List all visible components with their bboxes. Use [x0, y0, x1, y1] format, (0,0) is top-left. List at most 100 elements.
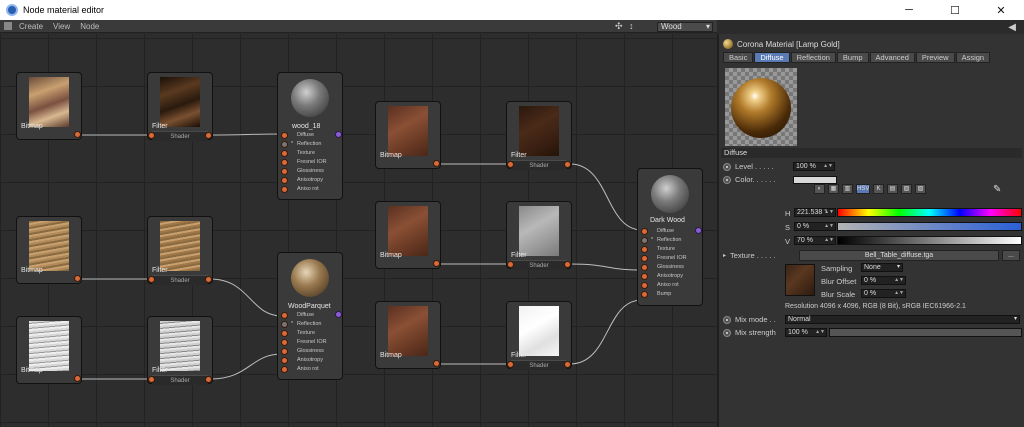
- node-canvas[interactable]: Bitmap Filter Shader wood_18 Diffuse * Re…: [0, 34, 717, 427]
- bitmap-node[interactable]: Bitmap: [16, 72, 82, 140]
- mix-strength-slider[interactable]: [829, 328, 1022, 337]
- port-texture[interactable]: Texture: [641, 245, 699, 254]
- output-port[interactable]: [205, 376, 212, 383]
- port-diffuse[interactable]: Diffuse: [281, 311, 339, 320]
- tab-advanced[interactable]: Advanced: [869, 52, 915, 63]
- blur-scale-field[interactable]: 0 % ▲▼: [861, 289, 906, 298]
- input-port[interactable]: [507, 161, 514, 168]
- mix-strength-animate-radio[interactable]: [723, 328, 731, 337]
- menu-create[interactable]: Create: [19, 22, 43, 31]
- bitmap-node[interactable]: Bitmap: [16, 316, 82, 384]
- output-port[interactable]: [205, 132, 212, 139]
- v-field[interactable]: 70 % ▲▼: [794, 236, 836, 245]
- bitmap-node[interactable]: Bitmap: [375, 201, 441, 269]
- tab-reflection[interactable]: Reflection: [790, 52, 836, 63]
- s-field[interactable]: 0 % ▲▼: [794, 222, 836, 231]
- tab-preview[interactable]: Preview: [915, 52, 955, 63]
- output-port[interactable]: [564, 361, 571, 368]
- filter-node[interactable]: Filter Shader: [147, 316, 213, 385]
- port-anisotropy[interactable]: Anisotropy: [641, 272, 699, 281]
- output-port[interactable]: [74, 131, 81, 138]
- tab-bump[interactable]: Bump: [836, 52, 869, 63]
- port-bump[interactable]: Bump: [641, 290, 699, 299]
- color-animate-radio[interactable]: [723, 175, 731, 184]
- bitmap-node[interactable]: Bitmap: [375, 301, 441, 369]
- filter-node[interactable]: Filter Shader: [147, 216, 213, 285]
- port-reflection[interactable]: * Reflection: [281, 140, 339, 149]
- output-port[interactable]: [205, 276, 212, 283]
- menu-node[interactable]: Node: [80, 22, 99, 31]
- input-port[interactable]: [148, 376, 155, 383]
- input-port[interactable]: [148, 132, 155, 139]
- mix-mode-animate-radio[interactable]: [723, 315, 731, 324]
- value-slider[interactable]: [837, 236, 1022, 245]
- hsv-mode-button[interactable]: HSV: [856, 184, 870, 194]
- tab-assign[interactable]: Assign: [955, 52, 991, 63]
- texture-browse-button[interactable]: ...: [1002, 250, 1020, 261]
- port-diffuse[interactable]: Diffuse: [641, 227, 699, 236]
- kelvin-icon[interactable]: K: [873, 184, 884, 194]
- level-animate-radio[interactable]: [723, 162, 731, 171]
- output-port[interactable]: [74, 375, 81, 382]
- mix-mode-select[interactable]: Normal: [785, 315, 1020, 324]
- port-fresnel-ior[interactable]: Fresnel IOR: [281, 158, 339, 167]
- bitmap-node[interactable]: Bitmap: [375, 101, 441, 169]
- port-reflection[interactable]: * Reflection: [641, 236, 699, 245]
- output-port[interactable]: [433, 260, 440, 267]
- port-fresnel-ior[interactable]: Fresnel IOR: [281, 338, 339, 347]
- port-glossiness[interactable]: Glossiness: [281, 167, 339, 176]
- port-diffuse[interactable]: Diffuse: [281, 131, 339, 140]
- material-preview[interactable]: [725, 68, 797, 146]
- minimize-button[interactable]: ─: [886, 0, 932, 20]
- output-port[interactable]: [433, 160, 440, 167]
- input-port[interactable]: [507, 261, 514, 268]
- port-texture[interactable]: Texture: [281, 149, 339, 158]
- color-wheel-icon[interactable]: ◐: [814, 184, 825, 194]
- filter-node[interactable]: Filter Shader: [506, 101, 572, 170]
- expand-triangle-icon[interactable]: ▸: [723, 252, 726, 259]
- port-fresnel-ior[interactable]: Fresnel IOR: [641, 254, 699, 263]
- image-icon[interactable]: ▥: [842, 184, 853, 194]
- port-aniso-rot[interactable]: Aniso rot: [281, 185, 339, 194]
- mixer-icon[interactable]: ▤: [887, 184, 898, 194]
- tab-diffuse[interactable]: Diffuse: [754, 52, 790, 63]
- material-node-woodparquet[interactable]: WoodParquet Diffuse * Reflection Texture …: [277, 252, 343, 380]
- blur-offset-field[interactable]: 0 % ▲▼: [861, 276, 906, 285]
- palette-icon[interactable]: ▨: [915, 184, 926, 194]
- filter-node[interactable]: Filter Shader: [147, 72, 213, 141]
- close-button[interactable]: ✕: [978, 0, 1024, 20]
- port-texture[interactable]: Texture: [281, 329, 339, 338]
- port-aniso-rot[interactable]: Aniso rot: [641, 281, 699, 290]
- filter-node[interactable]: Filter Shader: [506, 301, 572, 370]
- arrow-icon[interactable]: ◀: [1008, 22, 1016, 33]
- tab-basic[interactable]: Basic: [723, 52, 754, 63]
- input-port[interactable]: [148, 276, 155, 283]
- output-port[interactable]: [74, 275, 81, 282]
- port-reflection[interactable]: * Reflection: [281, 320, 339, 329]
- output-port[interactable]: [564, 161, 571, 168]
- menu-view[interactable]: View: [53, 22, 70, 31]
- swatches-icon[interactable]: ▧: [901, 184, 912, 194]
- material-node-darkwood[interactable]: Dark Wood Diffuse * Reflection Texture Fr…: [637, 168, 703, 306]
- color-swatch[interactable]: [793, 175, 837, 184]
- mix-strength-field[interactable]: 100 % ▲▼: [785, 328, 827, 337]
- filter-node[interactable]: Filter Shader: [506, 201, 572, 270]
- material-select[interactable]: Wood: [657, 22, 713, 32]
- maximize-button[interactable]: ☐: [932, 0, 978, 20]
- output-port[interactable]: [564, 261, 571, 268]
- output-port[interactable]: [433, 360, 440, 367]
- port-glossiness[interactable]: Glossiness: [281, 347, 339, 356]
- port-anisotropy[interactable]: Anisotropy: [281, 356, 339, 365]
- bitmap-node[interactable]: Bitmap: [16, 216, 82, 284]
- port-anisotropy[interactable]: Anisotropy: [281, 176, 339, 185]
- level-field[interactable]: 100 % ▲▼: [793, 162, 835, 171]
- hue-slider[interactable]: [837, 208, 1022, 217]
- material-node-wood18[interactable]: wood_18 Diffuse * Reflection Texture Fres…: [277, 72, 343, 200]
- h-field[interactable]: 221.538 ° ▲▼: [794, 208, 836, 217]
- navigation-icon[interactable]: ✣ ↕: [615, 21, 636, 32]
- port-aniso-rot[interactable]: Aniso rot: [281, 365, 339, 374]
- input-port[interactable]: [507, 361, 514, 368]
- texture-file-button[interactable]: Bell_Table_diffuse.tga: [799, 250, 999, 261]
- saturation-slider[interactable]: [837, 222, 1022, 231]
- spectrum-icon[interactable]: ▦: [828, 184, 839, 194]
